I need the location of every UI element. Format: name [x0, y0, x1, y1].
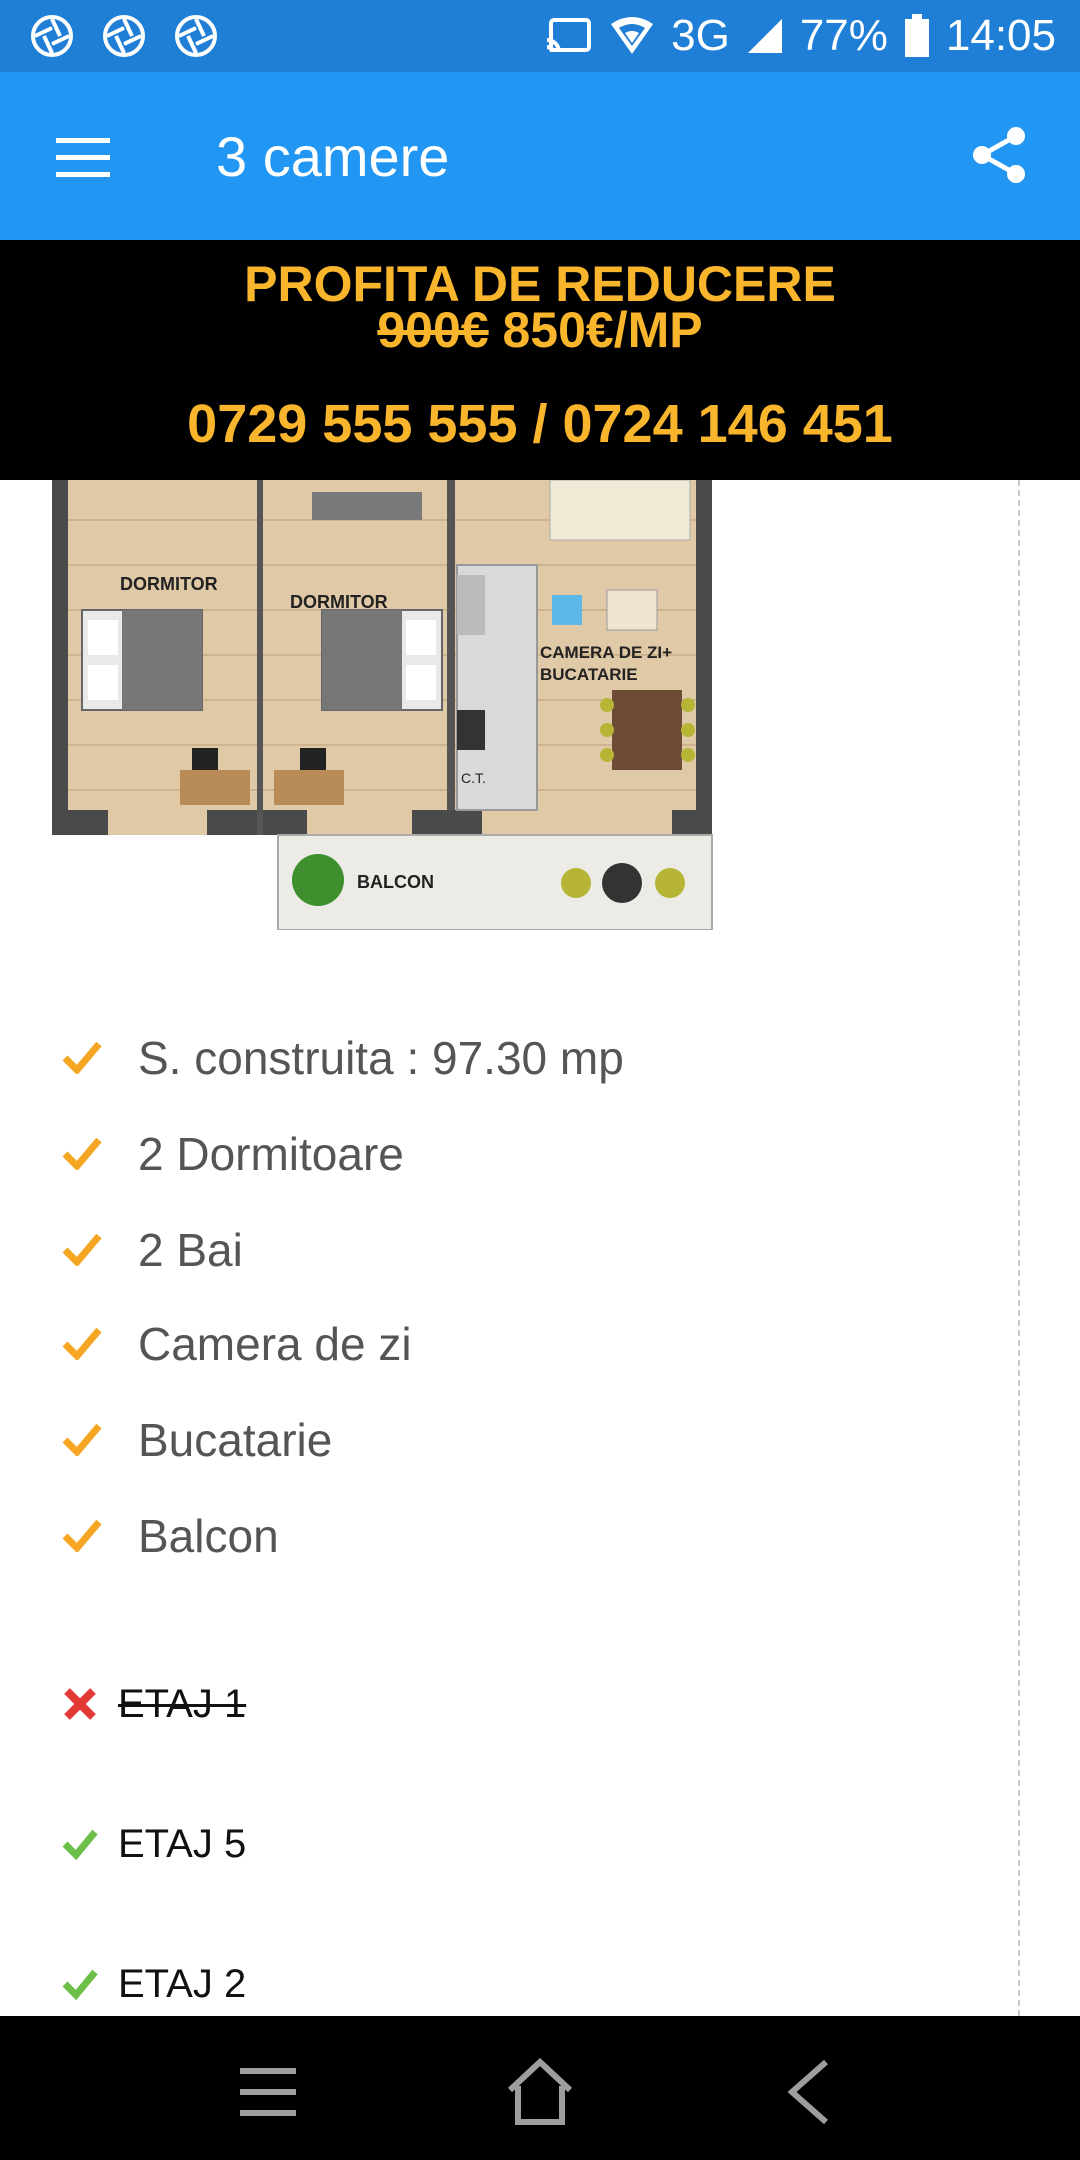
promo-phone-numbers[interactable]: 0729 555 555 / 0724 146 451 — [0, 392, 1080, 456]
hamburger-menu-icon[interactable] — [50, 124, 116, 190]
floor-label: ETAJ 2 — [118, 1962, 247, 2006]
checkmark-icon — [62, 1829, 98, 1861]
feature-text: 2 Bai — [138, 1224, 243, 1276]
floor-item[interactable]: ETAJ 2 — [0, 1944, 1000, 2024]
recent-apps-icon[interactable] — [232, 2056, 304, 2128]
plan-room-label: DORMITOR — [120, 574, 218, 594]
floor-label: ETAJ 5 — [118, 1822, 247, 1866]
floor-item[interactable]: ETAJ 1 — [0, 1664, 1000, 1744]
wifi-icon — [611, 17, 654, 54]
checkmark-icon — [62, 1969, 98, 2001]
old-price: 900€ — [377, 302, 489, 358]
signal-icon — [747, 19, 782, 53]
system-nav-bar — [0, 2016, 1080, 2160]
list-item: S. construita : 97.30 mp — [0, 1010, 1000, 1106]
svg-text:C.T.: C.T. — [461, 770, 486, 786]
checkmark-icon — [62, 1233, 102, 1266]
notification-icons — [30, 14, 218, 58]
app-bar: 3 camere — [0, 72, 1080, 240]
plan-room-label: DORMITOR — [290, 592, 388, 612]
home-icon[interactable] — [504, 2056, 576, 2128]
cross-icon — [64, 1688, 96, 1720]
cast-icon — [546, 18, 592, 53]
promo-banner: PROFITA DE REDUCERE 900€ 850€/MP 0729 55… — [0, 240, 1080, 480]
aperture-icon — [31, 15, 73, 57]
feature-text: Balcon — [138, 1510, 279, 1562]
page-title: 3 camere — [216, 125, 450, 188]
feature-text: 2 Dormitoare — [138, 1128, 404, 1180]
floor-plan-image: C.T. DORMITOR DORMITOR CAMERA DE ZI+ BUC… — [52, 480, 713, 930]
aperture-icon — [175, 15, 217, 57]
promo-price: 900€ 850€/MP — [0, 302, 1080, 358]
checkmark-icon — [62, 1423, 102, 1456]
battery-icon — [904, 14, 929, 57]
list-item: 2 Bai — [0, 1202, 1000, 1298]
battery-percent: 77% — [799, 11, 888, 60]
new-price: 850€/MP — [502, 302, 703, 358]
list-item: Balcon — [0, 1488, 1000, 1584]
feature-text: Bucatarie — [138, 1414, 333, 1466]
network-type: 3G — [671, 11, 730, 60]
status-bar: 3G 77% 14:05 — [0, 0, 1080, 72]
list-item: Camera de zi — [0, 1296, 1000, 1392]
dashed-divider — [1018, 480, 1020, 2016]
system-status: 3G 77% 14:05 — [545, 0, 1056, 72]
clock: 14:05 — [945, 11, 1056, 60]
aperture-icon — [103, 15, 145, 57]
floor-item[interactable]: ETAJ 5 — [0, 1804, 1000, 1884]
list-item: 2 Dormitoare — [0, 1106, 1000, 1202]
checkmark-icon — [62, 1041, 102, 1074]
plan-room-label: CAMERA DE ZI+ — [540, 643, 672, 662]
checkmark-icon — [62, 1327, 102, 1360]
feature-text: S. construita : 97.30 mp — [138, 1032, 624, 1084]
share-icon[interactable] — [966, 122, 1032, 188]
plan-room-label: BALCON — [357, 872, 434, 892]
floor-label: ETAJ 1 — [118, 1682, 247, 1726]
feature-text: Camera de zi — [138, 1318, 412, 1370]
list-item: Bucatarie — [0, 1392, 1000, 1488]
checkmark-icon — [62, 1519, 102, 1552]
plan-room-label: BUCATARIE — [540, 665, 638, 684]
checkmark-icon — [62, 1137, 102, 1170]
back-icon[interactable] — [776, 2056, 848, 2128]
